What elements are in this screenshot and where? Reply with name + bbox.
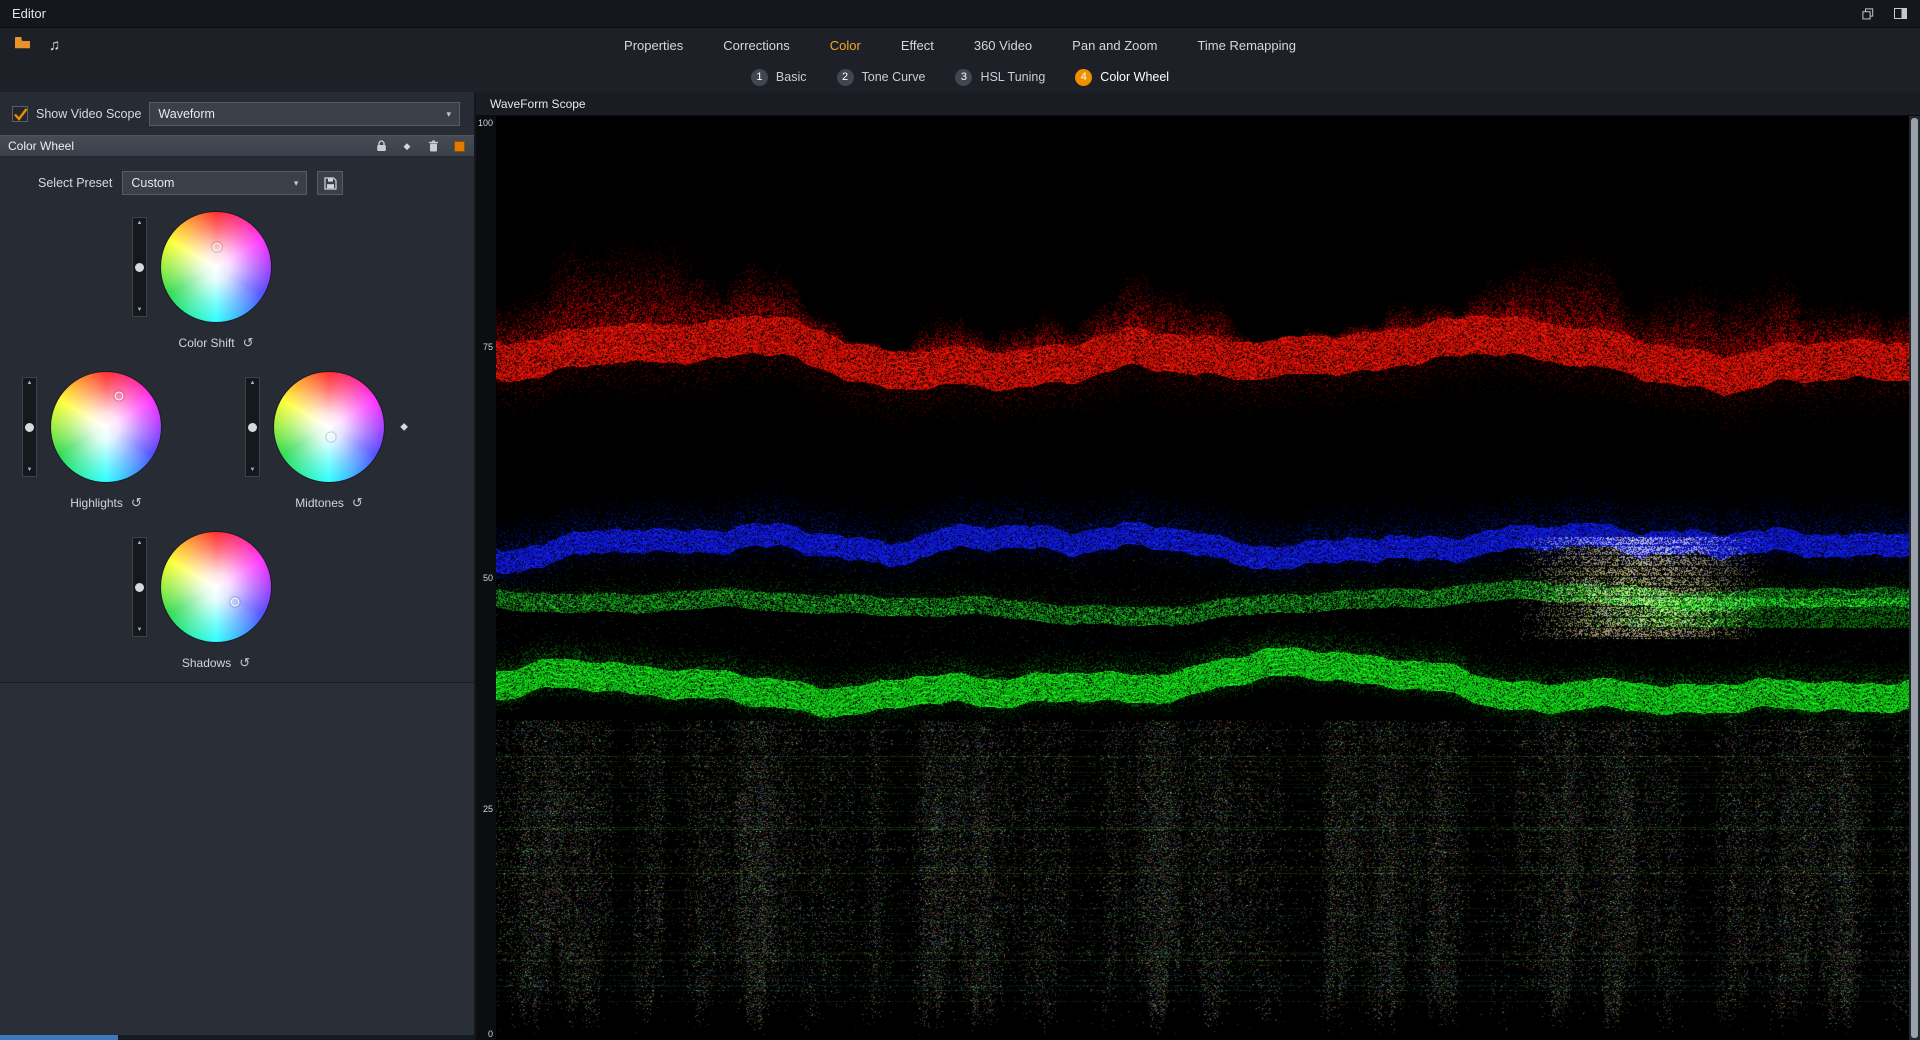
main-tabs: Properties Corrections Color Effect 360 …: [622, 34, 1298, 57]
color-shift-slider[interactable]: ▲ ▼: [132, 217, 147, 317]
save-preset-button[interactable]: [317, 171, 343, 195]
axis-tick-100: 100: [478, 118, 493, 128]
scope-scrollbar[interactable]: [1909, 116, 1920, 1040]
shadows-wheel[interactable]: [161, 532, 271, 642]
highlights-reset-icon[interactable]: ↺: [131, 497, 142, 509]
midtones-slider[interactable]: ▲ ▼: [245, 377, 260, 477]
color-shift-slider-handle[interactable]: [135, 263, 144, 272]
subtab-color-wheel-number: 4: [1075, 69, 1092, 86]
highlights-label: Highlights: [70, 496, 123, 510]
editor-window: Editor ♫ Properties Corrections Color Ef…: [0, 0, 1920, 1040]
axis-tick-75: 75: [483, 342, 493, 352]
slider-up-icon[interactable]: ▲: [137, 220, 143, 227]
waveform-display: [496, 116, 1909, 1040]
tab-time-remapping[interactable]: Time Remapping: [1195, 34, 1298, 57]
midtones-label: Midtones: [295, 496, 344, 510]
color-wheel-section-header: Color Wheel ◆: [0, 135, 474, 157]
tab-properties[interactable]: Properties: [622, 34, 685, 57]
midtones-wheel-marker[interactable]: [327, 432, 336, 441]
slider-up-icon[interactable]: ▲: [137, 540, 143, 547]
tab-effect[interactable]: Effect: [899, 34, 936, 57]
waveform-scope-panel: WaveForm Scope 100 75 50 25 0: [476, 92, 1920, 1040]
main-tabrow: ♫ Properties Corrections Color Effect 36…: [0, 28, 1920, 62]
subtab-tone-curve[interactable]: 2 Tone Curve: [837, 69, 926, 86]
shadows-slider-handle[interactable]: [135, 583, 144, 592]
scope-axis: 100 75 50 25 0: [476, 116, 496, 1040]
shadows-wheel-marker[interactable]: [230, 598, 239, 607]
scope-header: WaveForm Scope: [476, 92, 1920, 116]
axis-tick-50: 50: [483, 573, 493, 583]
subtab-tone-curve-number: 2: [837, 69, 854, 86]
timeline-edge-strip: [0, 1035, 474, 1040]
music-note-icon[interactable]: ♫: [49, 37, 60, 54]
shadows-reset-icon[interactable]: ↺: [239, 657, 250, 669]
window-title: Editor: [12, 6, 46, 21]
tab-color[interactable]: Color: [828, 34, 863, 57]
axis-tick-25: 25: [483, 804, 493, 814]
subtab-color-wheel[interactable]: 4 Color Wheel: [1075, 69, 1169, 86]
subtab-tone-curve-label: Tone Curve: [862, 70, 926, 84]
color-shift-reset-icon[interactable]: ↺: [243, 337, 254, 349]
media-folder-icon[interactable]: [14, 36, 31, 54]
preset-dropdown[interactable]: Custom ▾: [122, 171, 307, 195]
sidebar-empty-area: [0, 682, 474, 1040]
highlights-wheel-marker[interactable]: [115, 392, 124, 401]
shadows-label: Shadows: [182, 656, 231, 670]
tab-360-video[interactable]: 360 Video: [972, 34, 1034, 57]
color-subtabs: 1 Basic 2 Tone Curve 3 HSL Tuning 4 Colo…: [0, 62, 1920, 92]
shadows-slider[interactable]: ▲ ▼: [132, 537, 147, 637]
highlights-wheel[interactable]: [51, 372, 161, 482]
scope-type-value: Waveform: [158, 107, 215, 121]
subtab-hsl-tuning-number: 3: [955, 69, 972, 86]
preset-value: Custom: [131, 176, 174, 190]
color-shift-label: Color Shift: [179, 336, 235, 350]
slider-down-icon[interactable]: ▼: [137, 627, 143, 634]
dock-panel-icon[interactable]: [1892, 6, 1908, 22]
select-preset-label: Select Preset: [38, 176, 112, 190]
section-title: Color Wheel: [8, 139, 74, 153]
subtab-hsl-tuning-label: HSL Tuning: [980, 70, 1045, 84]
subtab-color-wheel-label: Color Wheel: [1100, 70, 1169, 84]
subtab-basic-number: 1: [751, 69, 768, 86]
subtab-basic[interactable]: 1 Basic: [751, 69, 807, 86]
color-shift-wheel[interactable]: [161, 212, 271, 322]
chevron-down-icon: ▾: [436, 109, 451, 120]
color-wheel-sidebar: Show Video Scope Waveform ▾ Color Wheel …: [0, 92, 476, 1040]
float-window-icon[interactable]: [1860, 6, 1876, 22]
slider-up-icon[interactable]: ▲: [27, 380, 33, 387]
midtones-keyframe-diamond-icon[interactable]: ◆: [400, 422, 408, 433]
highlights-slider[interactable]: ▲ ▼: [22, 377, 37, 477]
color-shift-wheel-marker[interactable]: [213, 243, 222, 252]
scope-scrollbar-thumb[interactable]: [1911, 118, 1918, 1038]
midtones-wheel[interactable]: [274, 372, 384, 482]
keyframe-diamond-icon[interactable]: ◆: [400, 139, 414, 153]
slider-up-icon[interactable]: ▲: [250, 380, 256, 387]
scope-title: WaveForm Scope: [490, 97, 586, 111]
panel-color-chip[interactable]: [452, 139, 466, 153]
slider-down-icon[interactable]: ▼: [27, 467, 33, 474]
subtab-hsl-tuning[interactable]: 3 HSL Tuning: [955, 69, 1045, 86]
trash-icon[interactable]: [426, 139, 440, 153]
lock-icon[interactable]: [374, 139, 388, 153]
highlights-slider-handle[interactable]: [25, 423, 34, 432]
slider-down-icon[interactable]: ▼: [250, 467, 256, 474]
midtones-slider-handle[interactable]: [248, 423, 257, 432]
scope-type-dropdown[interactable]: Waveform ▾: [149, 102, 460, 126]
timeline-edge-highlight: [0, 1035, 118, 1040]
axis-tick-0: 0: [488, 1029, 493, 1039]
midtones-reset-icon[interactable]: ↺: [352, 497, 363, 509]
chevron-down-icon: ▾: [284, 178, 299, 189]
titlebar: Editor: [0, 0, 1920, 28]
show-video-scope-label: Show Video Scope: [36, 107, 141, 121]
subtab-basic-label: Basic: [776, 70, 807, 84]
tab-corrections[interactable]: Corrections: [721, 34, 791, 57]
show-video-scope-checkbox[interactable]: [12, 106, 28, 122]
tab-pan-and-zoom[interactable]: Pan and Zoom: [1070, 34, 1159, 57]
slider-down-icon[interactable]: ▼: [137, 307, 143, 314]
wheel-area: ▲ ▼ Color Shift ↺: [0, 196, 474, 682]
